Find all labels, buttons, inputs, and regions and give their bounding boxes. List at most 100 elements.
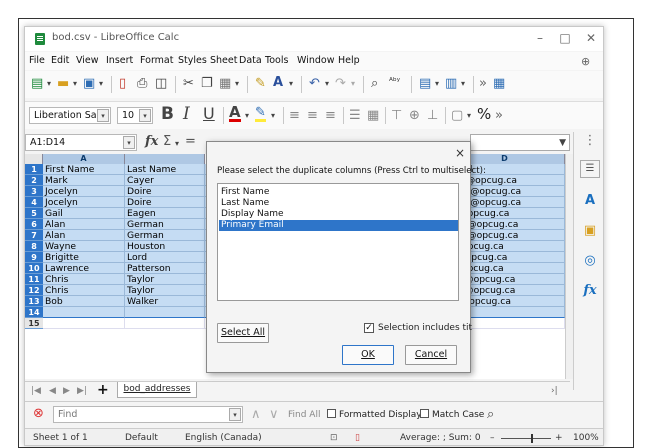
cell-last-name[interactable]: German: [125, 230, 205, 241]
highlight-icon[interactable]: ✎: [255, 106, 266, 122]
cell-last-name[interactable]: Cayer: [125, 175, 205, 186]
find-next-icon[interactable]: ∨: [269, 407, 279, 423]
borders-dropdown-icon[interactable]: ▾: [467, 108, 471, 124]
vertical-scrollbar[interactable]: [565, 154, 573, 379]
print-icon[interactable]: ⎙: [137, 76, 147, 92]
match-case-checkbox[interactable]: [420, 409, 429, 418]
clear-formatting-icon[interactable]: A: [273, 75, 283, 91]
cell-first-name[interactable]: Lawrence: [43, 263, 125, 274]
row-header[interactable]: 4: [25, 197, 43, 208]
font-size-dropdown-icon[interactable]: ▾: [139, 109, 151, 122]
row-header[interactable]: 9: [25, 252, 43, 263]
find-previous-icon[interactable]: ∧: [251, 407, 261, 423]
new-dropdown-icon[interactable]: ▾: [47, 76, 51, 92]
font-color-dropdown-icon[interactable]: ▾: [245, 108, 249, 124]
cut-icon[interactable]: ✂: [183, 76, 194, 92]
cell-first-name[interactable]: Alan: [43, 219, 125, 230]
align-bottom-icon[interactable]: ⊥: [427, 108, 438, 124]
column-icon[interactable]: ▥: [445, 76, 457, 92]
paste-dropdown-icon[interactable]: ▾: [235, 76, 239, 92]
cell-first-name[interactable]: First Name: [43, 164, 125, 175]
sheet-tab-bod-addresses[interactable]: bod_addresses: [117, 382, 197, 398]
sum-dropdown-icon[interactable]: ▾: [175, 136, 179, 152]
formula-equals-icon[interactable]: =: [185, 134, 196, 150]
name-box[interactable]: A1:D14 ▾: [25, 134, 137, 151]
cell-first-name[interactable]: Gail: [43, 208, 125, 219]
function-wizard-icon[interactable]: fx: [145, 134, 158, 150]
font-name-box[interactable]: Liberation Sans ▾: [29, 107, 111, 124]
menu-view[interactable]: View: [76, 55, 99, 66]
borders-icon[interactable]: ▢: [451, 108, 463, 124]
undo-dropdown-icon[interactable]: ▾: [325, 76, 329, 92]
cancel-button[interactable]: Cancel: [405, 345, 457, 365]
column-dropdown-icon[interactable]: ▾: [461, 76, 465, 92]
save-dropdown-icon[interactable]: ▾: [99, 76, 103, 92]
cell-first-name[interactable]: Bob: [43, 296, 125, 307]
align-right-icon[interactable]: ≡: [325, 108, 336, 124]
minimize-button[interactable]: –: [530, 29, 550, 47]
row-header[interactable]: 10: [25, 263, 43, 274]
more-formatting-icon[interactable]: »: [495, 108, 503, 124]
gallery-icon[interactable]: ▣: [580, 222, 600, 240]
cell-first-name[interactable]: Alan: [43, 230, 125, 241]
chart-icon[interactable]: ▦: [493, 76, 505, 92]
find-replace-icon[interactable]: ⌕: [371, 76, 378, 92]
sum-icon[interactable]: Σ: [163, 134, 171, 150]
cell-last-name[interactable]: Houston: [125, 241, 205, 252]
properties-icon[interactable]: ☰: [580, 160, 600, 178]
copy-icon[interactable]: ❐: [201, 76, 213, 92]
cell-last-name[interactable]: [125, 318, 205, 329]
functions-icon[interactable]: fx: [580, 282, 600, 300]
align-top-icon[interactable]: ⊤: [391, 108, 402, 124]
menu-format[interactable]: Format: [140, 55, 173, 66]
undo-icon[interactable]: ↶: [309, 76, 320, 92]
format-dropdown-icon[interactable]: ▾: [289, 76, 293, 92]
globe-icon[interactable]: ⊕: [581, 55, 590, 68]
export-pdf-icon[interactable]: ▯: [119, 76, 126, 92]
menu-window[interactable]: Window: [297, 55, 334, 66]
menu-data[interactable]: Data: [239, 55, 262, 66]
align-center-icon[interactable]: ≡: [307, 108, 318, 124]
close-window-button[interactable]: ✕: [581, 29, 601, 47]
cell-last-name[interactable]: Doire: [125, 186, 205, 197]
spelling-icon[interactable]: ᴬᵇʸ: [389, 74, 400, 90]
center-vertically-icon[interactable]: ⊕: [409, 108, 420, 124]
italic-icon[interactable]: I: [183, 106, 190, 123]
expand-formula-icon[interactable]: ▼: [559, 135, 566, 151]
select-all-button[interactable]: Select All: [217, 323, 269, 343]
font-color-icon[interactable]: A: [229, 105, 241, 122]
formula-input[interactable]: ▼: [470, 134, 570, 151]
prev-sheet-icon[interactable]: ◀: [49, 383, 56, 399]
duplicate-columns-list[interactable]: First Name Last Name Display Name Primary E…: [217, 183, 459, 301]
selection-includes-titles-checkbox[interactable]: ✓: [364, 323, 374, 333]
align-left-icon[interactable]: ≡: [289, 108, 300, 124]
formatted-display-checkbox[interactable]: [327, 409, 336, 418]
save-icon[interactable]: ▣: [83, 76, 95, 92]
menu-insert[interactable]: Insert: [106, 55, 133, 66]
duplicate-column-option[interactable]: Display Name: [219, 209, 458, 220]
duplicate-column-option[interactable]: First Name: [219, 187, 458, 198]
last-sheet-icon[interactable]: ▶|: [77, 383, 87, 399]
bold-icon[interactable]: B: [161, 106, 174, 123]
name-box-dropdown-icon[interactable]: ▾: [123, 136, 135, 149]
cell-last-name[interactable]: Taylor: [125, 285, 205, 296]
menu-help[interactable]: Help: [338, 55, 360, 66]
column-header-a[interactable]: A: [43, 154, 125, 164]
cell-first-name[interactable]: Chris: [43, 274, 125, 285]
redo-dropdown-icon[interactable]: ▾: [351, 76, 355, 92]
corner-cell[interactable]: [25, 154, 43, 164]
first-sheet-icon[interactable]: |◀: [31, 383, 41, 399]
row-header[interactable]: 5: [25, 208, 43, 219]
highlight-dropdown-icon[interactable]: ▾: [271, 108, 275, 124]
ok-button[interactable]: OK: [342, 345, 394, 365]
cell-last-name[interactable]: Last Name: [125, 164, 205, 175]
redo-icon[interactable]: ↷: [335, 76, 346, 92]
row-header[interactable]: 12: [25, 285, 43, 296]
merge-cells-icon[interactable]: ▦: [367, 108, 379, 124]
underline-icon[interactable]: U: [203, 106, 215, 122]
menu-styles[interactable]: Styles: [178, 55, 207, 66]
open-folder-icon[interactable]: ▬: [57, 76, 69, 92]
percent-format-icon[interactable]: %: [477, 106, 491, 122]
cell-first-name[interactable]: Jocelyn: [43, 186, 125, 197]
more-toolbar-icon[interactable]: »: [479, 76, 487, 92]
